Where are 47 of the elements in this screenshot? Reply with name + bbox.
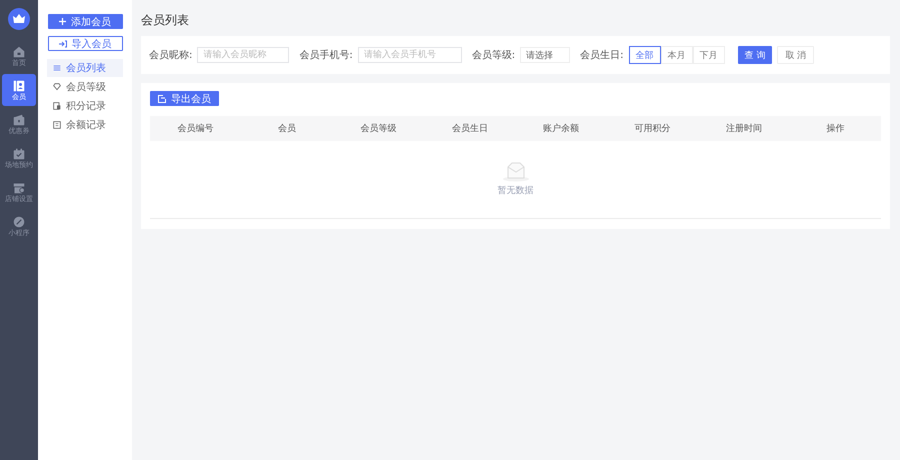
column-header: 可用积分 <box>634 122 672 135</box>
nickname-field[interactable]: 请输入会员昵称 <box>197 47 290 63</box>
birthday-option[interactable]: 全部 <box>628 46 660 64</box>
column-header: 会员编号 <box>176 122 215 135</box>
crown-logo-icon <box>8 8 30 30</box>
home-icon <box>13 46 25 58</box>
calendar-icon <box>13 148 25 160</box>
filter-label: 会员昵称: <box>149 49 192 62</box>
diamond-icon <box>53 83 61 91</box>
filter-label: 会员生日: <box>580 48 624 62</box>
add-member-button[interactable]: 添加会员 <box>48 14 122 29</box>
sidebar-item[interactable]: 会员列表 <box>47 59 123 77</box>
sidebar-item[interactable]: 余额记录 <box>47 116 123 134</box>
sidebar-label: 积分记录 <box>66 100 106 113</box>
export-icon <box>158 94 166 102</box>
level-select[interactable]: 请选择 <box>520 47 570 63</box>
member-icon <box>13 80 25 92</box>
column-header: 会员生日 <box>450 122 489 135</box>
sidebar-item[interactable]: 会员等级 <box>47 78 123 96</box>
search-button[interactable]: 查 询 <box>738 46 772 64</box>
sidebar-label: 会员等级 <box>66 81 106 94</box>
cancel-button[interactable]: 取 消 <box>777 46 814 64</box>
sidebar-label: 会员列表 <box>66 62 106 75</box>
list-icon <box>53 64 61 72</box>
doc-icon <box>53 102 61 110</box>
birthday-option[interactable]: 下月 <box>692 46 724 64</box>
birthday-option[interactable]: 本月 <box>660 46 692 64</box>
shop-icon <box>13 182 25 194</box>
phone-field[interactable]: 请输入会员手机号 <box>358 47 462 63</box>
column-header: 操作 <box>825 122 846 135</box>
sidebar-label: 余额记录 <box>66 118 106 132</box>
filter-label: 会员等级: <box>472 49 516 62</box>
page-title: 会员列表 <box>141 12 190 29</box>
empty-inbox-icon <box>502 162 530 182</box>
column-header: 账户余额 <box>542 122 580 135</box>
wallet-icon <box>13 114 25 126</box>
import-member-button[interactable]: 导入会员 <box>48 36 122 51</box>
filter-label: 会员手机号: <box>299 48 353 62</box>
export-button[interactable]: 导出会员 <box>150 91 219 106</box>
column-header: 会员 <box>277 122 298 135</box>
column-header: 会员等级 <box>359 122 398 135</box>
sidebar-item[interactable]: 积分记录 <box>47 97 123 115</box>
empty-text: 暂无数据 <box>498 184 534 197</box>
login-arrow-icon <box>58 40 66 48</box>
column-header: 注册时间 <box>724 122 763 135</box>
plus-icon <box>59 18 66 25</box>
book-icon <box>53 121 61 129</box>
